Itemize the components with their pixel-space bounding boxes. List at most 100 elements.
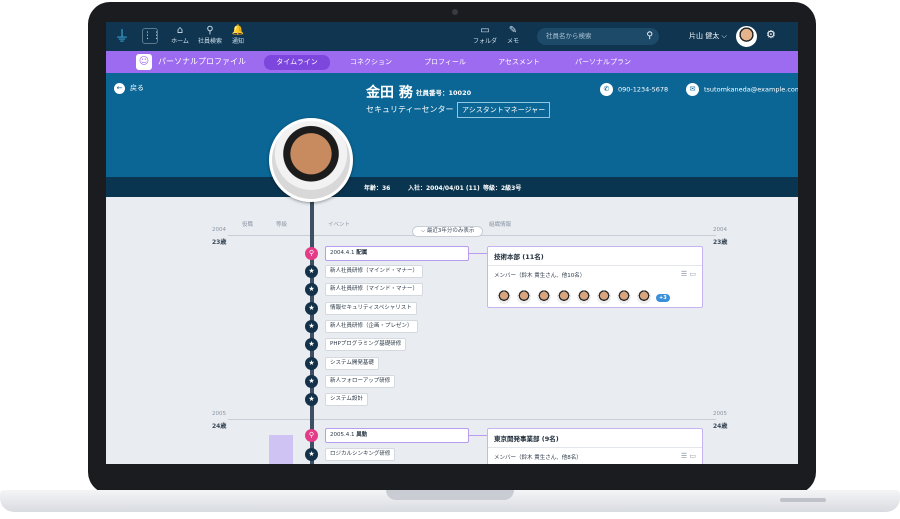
back-button[interactable]: ← 戻る	[114, 83, 144, 94]
age-label: 23歳	[212, 239, 227, 246]
grade-stat: 等級：2級3号	[483, 185, 522, 192]
organization-card[interactable]: 東京開発事業部 (9名) メンバー（鈴木 貴生さん、他8名） ☰ ▭	[487, 428, 703, 464]
member-summary: メンバー（鈴木 貴生さん、他10名）	[494, 273, 586, 279]
star-icon: ★	[305, 338, 318, 351]
column-header-grade: 等級	[276, 222, 288, 228]
role-badge: アシスタントマネージャー	[457, 102, 551, 118]
event-item[interactable]: システム開発基礎	[325, 357, 379, 370]
tab-profile[interactable]: プロフィール	[414, 56, 476, 69]
laptop-notch	[386, 490, 514, 500]
star-icon: ★	[305, 393, 318, 406]
event-type: 異動	[356, 432, 368, 438]
search-icon: ⚲	[206, 25, 214, 36]
card-divider	[488, 265, 702, 266]
avatar[interactable]	[536, 289, 552, 305]
nav-memo[interactable]: ✎ メモ	[498, 25, 528, 46]
event-item[interactable]: PHPプログラミング基礎研修	[325, 338, 407, 351]
phone-icon: ✆	[600, 83, 613, 96]
department-name: セキュリティーセンター	[366, 105, 454, 114]
star-icon: ★	[305, 357, 318, 370]
join-date-stat: 入社：2004/04/01 (11)	[408, 185, 480, 192]
top-navigation-bar: ⏚ ⋮⋮ ⌂ ホーム ⚲ 社員検索 🔔 通知 ▭ フォルダ ✎ メモ 社員名から…	[106, 22, 798, 51]
star-icon: ★	[305, 375, 318, 388]
screen: ⏚ ⋮⋮ ⌂ ホーム ⚲ 社員検索 🔔 通知 ▭ フォルダ ✎ メモ 社員名から…	[106, 22, 798, 464]
column-header-event: イベント	[328, 222, 351, 228]
year-label: 2005	[212, 411, 226, 417]
nav-memo-label: メモ	[506, 38, 519, 45]
nav-employee-search-label: 社員検索	[197, 38, 222, 45]
nav-home[interactable]: ⌂ ホーム	[165, 25, 195, 46]
avatar[interactable]	[596, 289, 612, 305]
event-item[interactable]: システム設計	[325, 393, 368, 406]
laptop-foot	[780, 498, 826, 502]
major-event-transfer[interactable]: 2005.4.1 異動	[325, 428, 469, 443]
year-divider	[228, 419, 716, 420]
age-label: 24歳	[212, 423, 227, 430]
avatar[interactable]	[516, 289, 532, 305]
star-icon: ★	[305, 302, 318, 315]
user-menu[interactable]: 片山 健太 ⌵	[689, 31, 727, 41]
phone-contact[interactable]: ✆ 090-1234-5678	[600, 83, 668, 96]
nav-folder[interactable]: ▭ フォルダ	[470, 25, 500, 46]
filter-label: 最近3年分のみ表示	[426, 228, 475, 234]
card-actions: ☰ ▭	[681, 270, 696, 278]
tab-connection[interactable]: コネクション	[340, 56, 402, 69]
bell-icon: 🔔	[231, 25, 245, 36]
app-logo-icon[interactable]: ⏚	[112, 26, 132, 46]
nav-employee-search[interactable]: ⚲ 社員検索	[195, 25, 225, 46]
column-header-position: 役職	[242, 222, 254, 228]
avatar[interactable]	[496, 289, 512, 305]
event-item[interactable]: 新人フォローアップ研修	[325, 375, 396, 388]
app-grid-icon[interactable]: ⋮⋮	[142, 28, 161, 44]
age-label-right: 24歳	[713, 423, 728, 430]
avatar[interactable]	[636, 289, 652, 305]
profile-title: パーソナルプロファイル	[158, 57, 246, 66]
search-submit-icon[interactable]: ⚲	[646, 28, 653, 45]
search-placeholder: 社員名から検索	[546, 32, 592, 40]
age-stat: 年齢：36	[364, 185, 391, 192]
tab-personal-plan[interactable]: パーソナルプラン	[568, 56, 638, 69]
event-connector	[469, 253, 487, 254]
timeline-area: 役職 等級 イベント 組織情報	[106, 197, 798, 464]
card-actions: ☰ ▭	[681, 452, 696, 460]
employee-name: 金田 務	[366, 85, 413, 101]
folder-icon[interactable]: ▭	[689, 270, 696, 278]
star-icon: ★	[305, 448, 318, 461]
column-header-organization: 組織情報	[489, 222, 512, 228]
avatar[interactable]	[616, 289, 632, 305]
major-event-assignment[interactable]: 2004.4.1 配属	[325, 246, 469, 261]
location-pin-icon: ⚲	[305, 247, 318, 260]
arrow-left-icon: ←	[114, 83, 125, 94]
camera-icon	[452, 9, 458, 15]
nav-notifications[interactable]: 🔔 通知	[223, 25, 253, 46]
nav-folder-label: フォルダ	[472, 38, 497, 45]
event-date: 2004.4.1	[330, 250, 355, 256]
stats-bar: 年齢：36 入社：2004/04/01 (11) 等級：2級3号	[106, 177, 798, 197]
organization-card[interactable]: 技術本部 (11名) メンバー（鈴木 貴生さん、他10名） ☰ ▭ +3	[487, 246, 703, 308]
employee-search-input[interactable]: 社員名から検索 ⚲	[537, 28, 659, 45]
mail-icon: ✉	[686, 83, 699, 96]
event-item[interactable]: 新人社員研修（企画・プレゼン）	[325, 320, 418, 333]
more-members-badge[interactable]: +3	[656, 294, 670, 302]
gear-icon[interactable]: ⚙	[766, 28, 776, 41]
back-label: 戻る	[130, 84, 144, 92]
tab-assessment[interactable]: アセスメント	[488, 56, 550, 69]
list-icon[interactable]: ☰	[681, 270, 687, 278]
avatar[interactable]	[556, 289, 572, 305]
home-icon: ⌂	[176, 25, 184, 36]
event-item[interactable]: ロジカルシンキング研修	[325, 448, 396, 461]
folder-icon[interactable]: ▭	[689, 452, 696, 460]
event-item[interactable]: 新人社員研修（マインド・マナー）	[325, 283, 424, 296]
user-avatar[interactable]	[736, 26, 757, 47]
tab-timeline[interactable]: タイムライン	[264, 55, 330, 70]
email-contact[interactable]: ✉ tsutomkaneda@example.com	[686, 83, 798, 96]
age-label-right: 23歳	[713, 239, 728, 246]
list-icon[interactable]: ☰	[681, 452, 687, 460]
event-item[interactable]: 新人社員研修（マインド・マナー）	[325, 265, 424, 278]
year-label-right: 2004	[713, 227, 727, 233]
event-type: 配属	[356, 250, 368, 256]
card-divider	[488, 447, 702, 448]
avatar[interactable]	[576, 289, 592, 305]
recent-3-years-filter[interactable]: ⌵ 最近3年分のみ表示	[412, 226, 484, 237]
event-item[interactable]: 情報セキュリティスペシャリスト	[325, 302, 417, 315]
